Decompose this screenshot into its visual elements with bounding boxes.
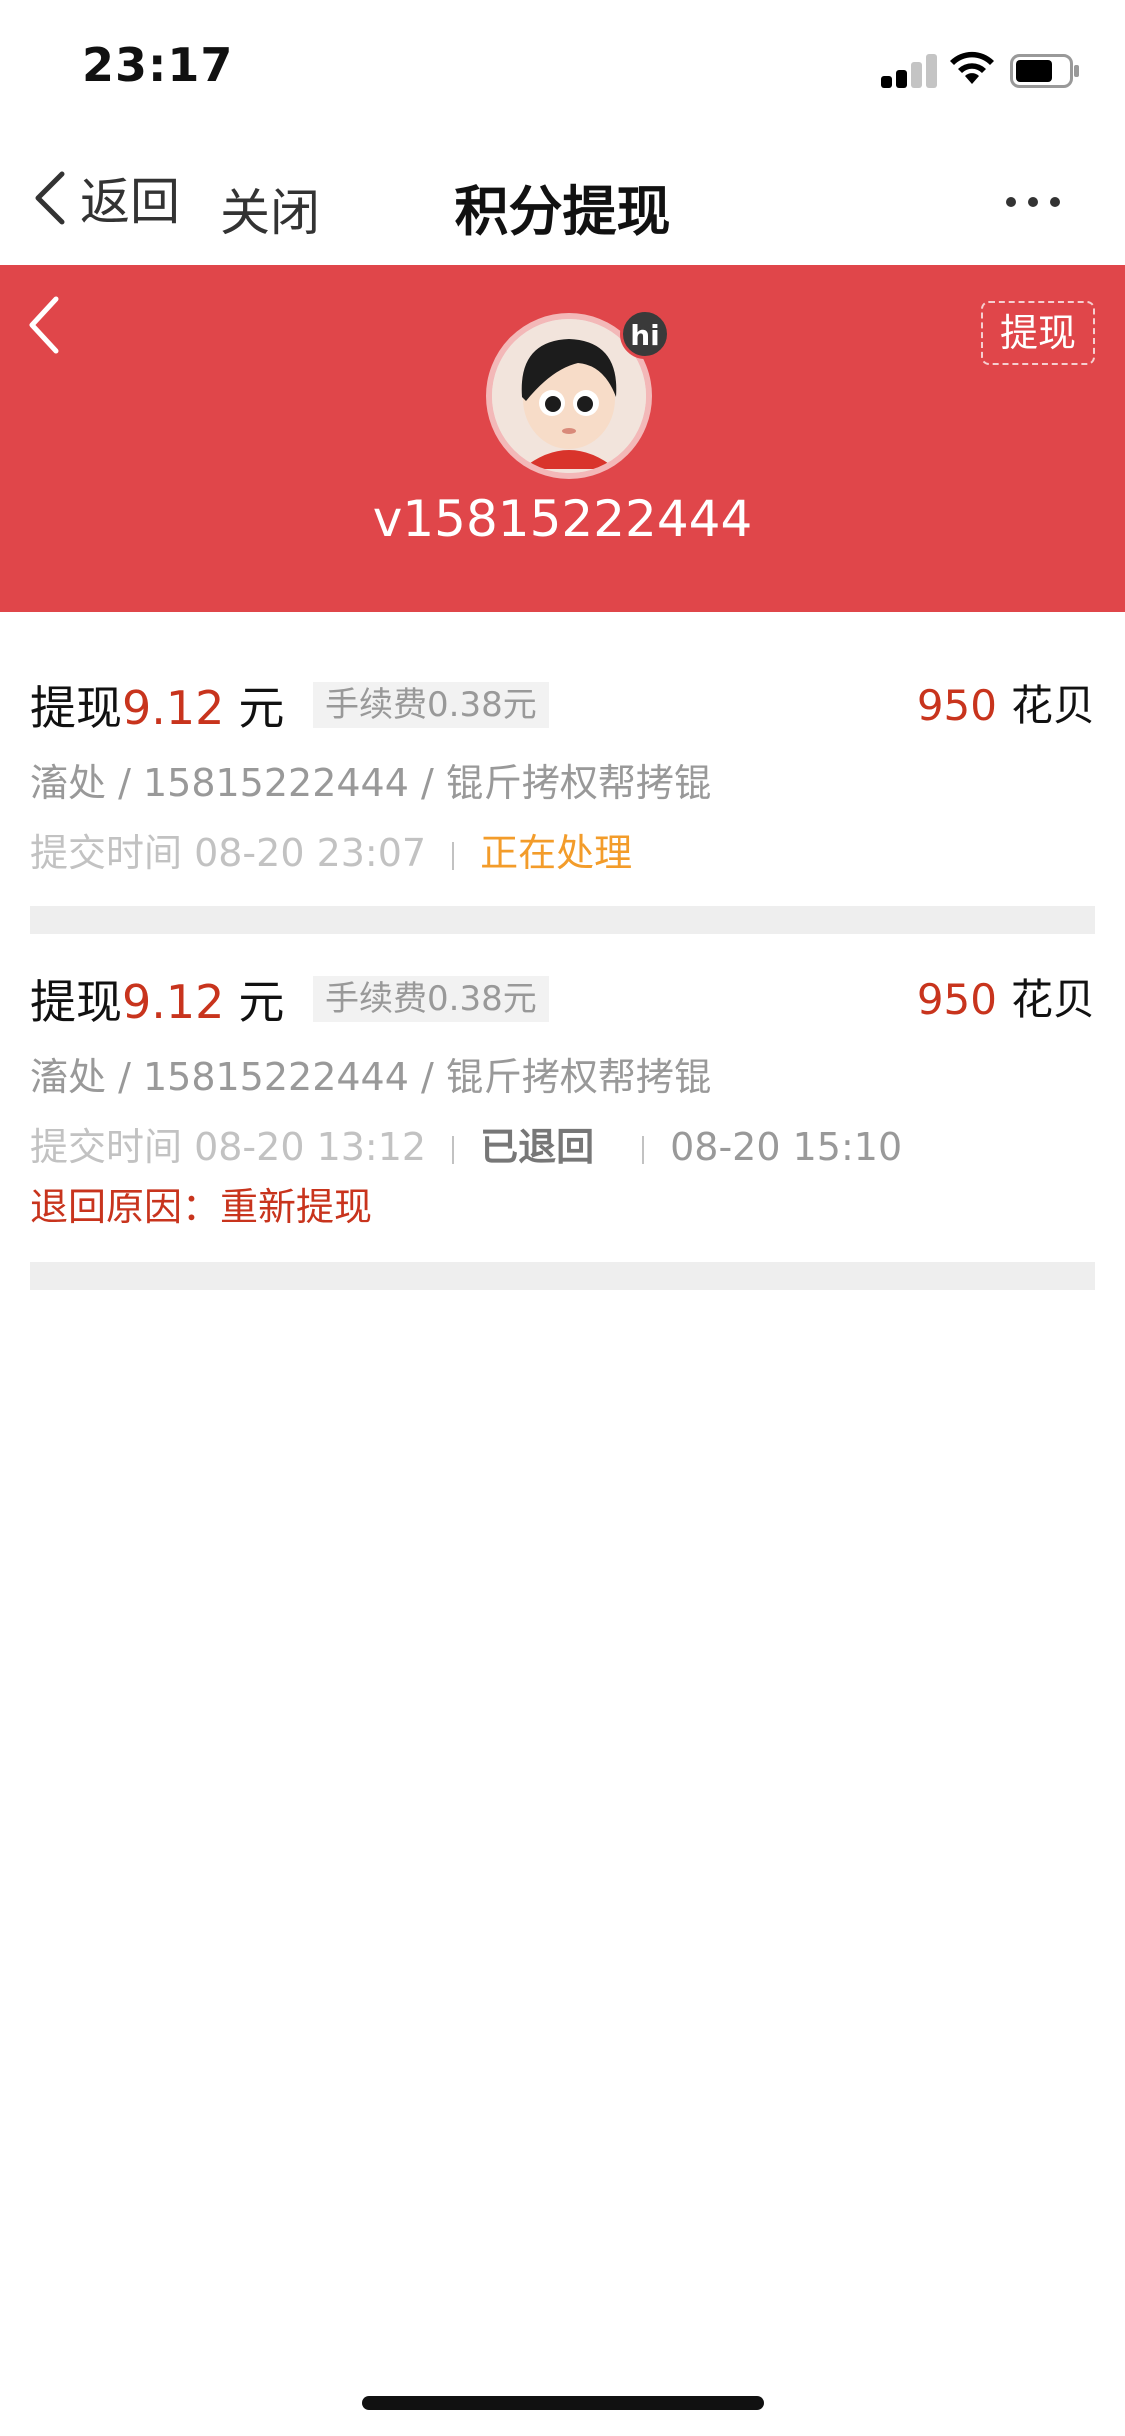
points-unit: 花贝 (1010, 975, 1095, 1024)
page-title: 积分提现 (454, 180, 671, 243)
withdraw-button[interactable]: 提现 (981, 301, 1095, 365)
fee-tag: 手续费0.38元 (313, 682, 549, 728)
cellular-signal-icon (881, 52, 937, 88)
separator (452, 841, 455, 870)
divider (30, 906, 1095, 934)
record-unit: 元 (238, 681, 285, 735)
profile-header: 提现 hi v15815222444 (0, 265, 1125, 612)
record-title-prefix: 提现 (30, 681, 122, 735)
record-unit: 元 (238, 975, 285, 1029)
record-header-row: 提现9.12 元 手续费0.38元 950 花贝 (30, 672, 1095, 735)
record-time-row: 提交时间 08-20 13:12 已退回 08-20 15:10 (30, 1116, 1095, 1169)
fee-tag: 手续费0.38元 (313, 976, 549, 1022)
status-time: 23:17 (82, 38, 234, 92)
status-bar: 23:17 (0, 0, 1125, 135)
username: v15815222444 (372, 490, 753, 548)
withdrawal-record[interactable]: 提现9.12 元 手续费0.38元 950 花贝 滀处 / 15815222444 … (30, 966, 1095, 1246)
points-value: 950 (916, 681, 997, 730)
hi-badge: hi (620, 309, 670, 359)
battery-icon (1010, 54, 1079, 88)
record-title: 提现9.12 元 (30, 966, 284, 1032)
submit-time: 提交时间 08-20 13:12 (30, 1125, 427, 1169)
record-amount: 9.12 (122, 681, 225, 735)
separator (642, 1135, 645, 1164)
record-time-row: 提交时间 08-20 23:07 正在处理 (30, 822, 1095, 875)
record-account: 滀处 / 15815222444 / 锟斤拷权帮拷锟 (30, 1055, 712, 1099)
record-title: 提现9.12 元 (30, 672, 284, 738)
header-back-icon[interactable] (24, 293, 64, 357)
return-reason: 退回原因：重新提现 (30, 1185, 373, 1229)
return-time: 08-20 15:10 (670, 1125, 903, 1169)
divider (30, 1262, 1095, 1290)
points-unit: 花贝 (1010, 681, 1095, 730)
points-cost: 950 花贝 (917, 672, 1095, 733)
record-header-row: 提现9.12 元 手续费0.38元 950 花贝 (30, 966, 1095, 1029)
record-amount: 9.12 (122, 975, 225, 1029)
nav-bar: 返回 关闭 积分提现 (0, 135, 1125, 265)
withdrawal-record[interactable]: 提现9.12 元 手续费0.38元 950 花贝 滀处 / 15815222444 … (30, 672, 1095, 912)
wifi-icon (950, 51, 994, 84)
record-account: 滀处 / 15815222444 / 锟斤拷权帮拷锟 (30, 761, 712, 805)
points-cost: 950 花贝 (917, 966, 1095, 1027)
status-label: 正在处理 (480, 831, 633, 875)
separator (452, 1135, 455, 1164)
record-title-prefix: 提现 (30, 975, 122, 1029)
submit-time: 提交时间 08-20 23:07 (30, 831, 427, 875)
points-value: 950 (916, 975, 997, 1024)
more-options-icon[interactable] (1006, 193, 1066, 213)
home-indicator[interactable] (362, 2396, 764, 2410)
status-label: 已退回 (480, 1125, 595, 1169)
